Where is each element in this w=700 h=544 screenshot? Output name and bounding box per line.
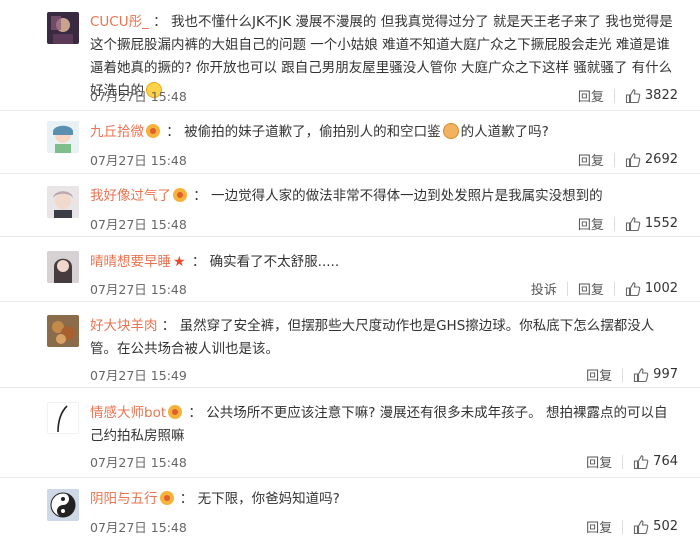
avatar[interactable] bbox=[47, 489, 79, 521]
like-count: 502 bbox=[653, 519, 678, 534]
like-count: 764 bbox=[653, 454, 678, 469]
comment-text: 九丘拾微 ： 被偷拍的妹子道歉了，偷拍别人的和空口鉴 的人道歉了吗? bbox=[90, 123, 549, 140]
comment-content: 确实看了不太舒服..... bbox=[209, 254, 340, 270]
comment-item: 情感大师bot ： 公共场所不更应该注意下嘛? 漫展还有很多未成年孩子。 想拍裸… bbox=[0, 388, 700, 478]
reply-button[interactable]: 回复 bbox=[578, 214, 604, 233]
username-link[interactable]: CUCU彤_ bbox=[90, 14, 149, 30]
thumbs-up-icon bbox=[625, 88, 641, 103]
like-button[interactable]: 1002 bbox=[625, 281, 678, 297]
avatar[interactable] bbox=[47, 402, 79, 434]
thumbs-up-icon bbox=[634, 519, 649, 534]
reply-button[interactable]: 回复 bbox=[578, 279, 604, 298]
comment-meta: 07月27日 15:48 回复 502 bbox=[90, 517, 678, 537]
like-button[interactable]: 2692 bbox=[625, 152, 678, 168]
comment-content-tail: 的人道歉了吗? bbox=[460, 124, 549, 140]
like-button[interactable]: 502 bbox=[633, 519, 678, 535]
comment-item: 好大块羊肉 ： 虽然穿了安全裤，但摆那些大尺度动作也是GHS擦边球。你私底下怎么… bbox=[0, 302, 700, 388]
divider bbox=[622, 454, 624, 469]
username-link[interactable]: 情感大师bot bbox=[90, 405, 166, 421]
comment-content: 被偷拍的妹子道歉了，偷拍别人的和空口鉴 bbox=[184, 124, 441, 140]
comment-content: 无下限，你爸妈知道吗? bbox=[197, 491, 340, 507]
avatar[interactable] bbox=[47, 186, 79, 218]
username-link[interactable]: 我好像过气了 bbox=[90, 188, 171, 204]
divider bbox=[613, 216, 615, 231]
divider bbox=[613, 88, 615, 103]
divider bbox=[622, 367, 624, 382]
like-button[interactable]: 1552 bbox=[625, 216, 678, 232]
comment-text: 晴晴想要早睡 ★ ： 确实看了不太舒服..... bbox=[90, 254, 340, 270]
thumbs-up-icon bbox=[634, 454, 649, 469]
thumbs-up-icon bbox=[625, 152, 641, 167]
comment-content: 一边觉得人家的做法非常不得体一边到处发照片是我属实没想到的 bbox=[211, 188, 603, 204]
avatar[interactable] bbox=[47, 251, 79, 283]
divider bbox=[566, 281, 568, 296]
reply-button[interactable]: 回复 bbox=[578, 150, 604, 169]
comment-item: 我好像过气了 ： 一边觉得人家的做法非常不得体一边到处发照片是我属实没想到的 0… bbox=[0, 174, 700, 237]
username-link[interactable]: 好大块羊肉 bbox=[90, 318, 158, 334]
comment-text: 好大块羊肉 ： 虽然穿了安全裤，但摆那些大尺度动作也是GHS擦边球。你私底下怎么… bbox=[90, 318, 655, 357]
avatar[interactable] bbox=[47, 12, 79, 44]
like-button[interactable]: 3822 bbox=[625, 88, 678, 104]
comment-meta: 07月27日 15:48 投诉 回复 1002 bbox=[90, 279, 678, 299]
timestamp: 07月27日 15:48 bbox=[90, 153, 187, 168]
timestamp: 07月27日 15:48 bbox=[90, 455, 187, 470]
timestamp: 07月27日 15:48 bbox=[90, 520, 187, 535]
comment-meta: 07月27日 15:48 回复 2692 bbox=[90, 150, 678, 170]
comment-meta: 07月27日 15:48 回复 764 bbox=[90, 452, 678, 472]
reply-button[interactable]: 回复 bbox=[586, 365, 612, 384]
fist-emoji-icon bbox=[442, 123, 459, 139]
reply-button[interactable]: 回复 bbox=[586, 517, 612, 536]
like-button[interactable]: 764 bbox=[633, 454, 678, 470]
like-count: 3822 bbox=[644, 88, 678, 103]
username-link[interactable]: 阴阳与五行 bbox=[90, 491, 158, 507]
comment-item: 阴阳与五行 ： 无下限，你爸妈知道吗? 07月27日 15:48 回复 502 bbox=[0, 478, 700, 544]
comment-item: CUCU彤_ ： 我也不懂什么JK不JK 漫展不漫展的 但我真觉得过分了 就是天… bbox=[0, 0, 700, 111]
username-link[interactable]: 晴晴想要早睡 bbox=[90, 254, 171, 270]
thumbs-up-icon bbox=[634, 367, 649, 382]
timestamp: 07月27日 15:48 bbox=[90, 217, 187, 232]
comment-text: 情感大师bot ： 公共场所不更应该注意下嘛? 漫展还有很多未成年孩子。 想拍裸… bbox=[90, 405, 668, 444]
comment-item: 晴晴想要早睡 ★ ： 确实看了不太舒服..... 07月27日 15:48 投诉 … bbox=[0, 237, 700, 302]
star-badge-icon: ★ bbox=[173, 254, 186, 270]
vip-badge-icon bbox=[168, 405, 183, 419]
timestamp: 07月27日 15:48 bbox=[90, 89, 187, 104]
like-count: 2692 bbox=[644, 152, 678, 167]
avatar[interactable] bbox=[47, 121, 79, 153]
like-count: 1002 bbox=[644, 281, 678, 296]
reply-button[interactable]: 回复 bbox=[586, 452, 612, 471]
like-count: 997 bbox=[653, 367, 678, 382]
timestamp: 07月27日 15:48 bbox=[90, 282, 187, 297]
thumbs-up-icon bbox=[625, 281, 641, 296]
comment-meta: 07月27日 15:48 回复 3822 bbox=[90, 86, 678, 106]
comment-item: 九丘拾微 ： 被偷拍的妹子道歉了，偷拍别人的和空口鉴 的人道歉了吗? 07月27日… bbox=[0, 111, 700, 174]
vip-badge-icon bbox=[146, 124, 160, 138]
comment-content: 虽然穿了安全裤，但摆那些大尺度动作也是GHS擦边球。你私底下怎么摆都没人管。在公… bbox=[90, 318, 655, 357]
vip-badge-icon bbox=[159, 491, 174, 505]
report-button[interactable]: 投诉 bbox=[531, 279, 557, 298]
like-button[interactable]: 997 bbox=[633, 367, 678, 383]
comment-text: 我好像过气了 ： 一边觉得人家的做法非常不得体一边到处发照片是我属实没想到的 bbox=[90, 188, 603, 204]
vip-badge-icon bbox=[173, 188, 187, 202]
divider bbox=[613, 281, 615, 296]
like-count: 1552 bbox=[644, 216, 678, 231]
username-link[interactable]: 九丘拾微 bbox=[90, 124, 144, 140]
timestamp: 07月27日 15:49 bbox=[90, 368, 187, 383]
comment-meta: 07月27日 15:49 回复 997 bbox=[90, 365, 678, 385]
comment-meta: 07月27日 15:48 回复 1552 bbox=[90, 214, 678, 234]
comment-feed: CUCU彤_ ： 我也不懂什么JK不JK 漫展不漫展的 但我真觉得过分了 就是天… bbox=[0, 0, 700, 544]
divider bbox=[613, 152, 615, 167]
comment-text: 阴阳与五行 ： 无下限，你爸妈知道吗? bbox=[90, 491, 340, 507]
reply-button[interactable]: 回复 bbox=[578, 86, 604, 105]
divider bbox=[622, 519, 624, 534]
avatar[interactable] bbox=[47, 315, 79, 347]
thumbs-up-icon bbox=[625, 216, 641, 231]
